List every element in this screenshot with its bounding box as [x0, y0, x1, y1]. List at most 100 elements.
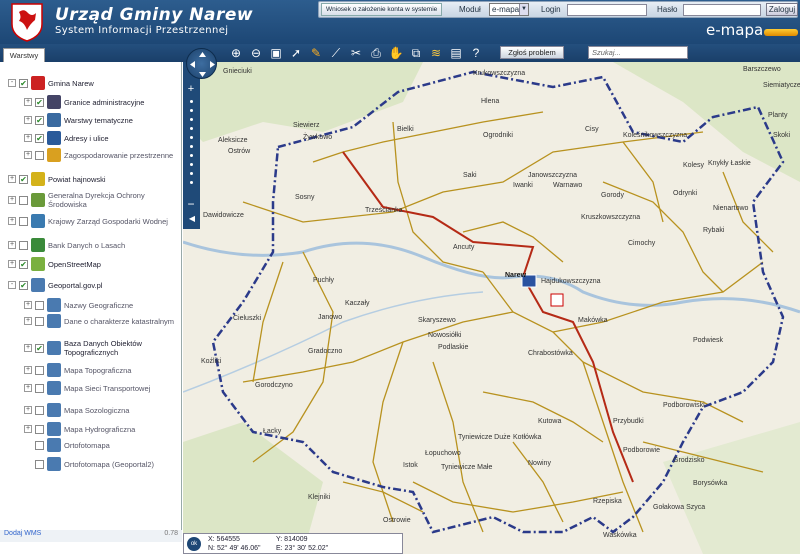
layer-checkbox[interactable] [35, 459, 44, 469]
layer-checkbox[interactable] [35, 365, 44, 375]
layer-item[interactable]: + Bank Danych o Lasach [8, 238, 125, 252]
zoom-level-tick[interactable] [189, 127, 193, 130]
layer-checkbox[interactable] [35, 440, 44, 450]
request-account-button[interactable]: Wniosek o założenie konta w systemie [321, 3, 443, 16]
report-problem-button[interactable]: Zgłoś problem [500, 46, 564, 59]
layer-checkbox[interactable]: ✔ [19, 78, 28, 88]
add-wms-link[interactable]: Dodaj WMS [4, 530, 41, 537]
zoom-out-icon[interactable]: ⊖ [248, 45, 264, 61]
export-icon[interactable]: ⧉ [408, 45, 424, 61]
zoom-level-tick[interactable] [189, 181, 193, 184]
expand-icon[interactable]: + [8, 241, 16, 249]
layers-icon[interactable]: ≋ [428, 45, 444, 61]
pointer-icon[interactable]: ➚ [288, 45, 304, 61]
tab-layers[interactable]: Warstwy [3, 48, 45, 62]
zoom-slider[interactable]: + − [186, 84, 196, 214]
zoom-level-tick[interactable] [189, 154, 193, 157]
measure-line-icon[interactable]: ⟋ [328, 45, 344, 61]
search-input[interactable]: Szukaj... [588, 46, 688, 59]
layer-checkbox[interactable] [19, 240, 28, 250]
zoom-level-tick[interactable] [189, 136, 193, 139]
collapse-icon[interactable]: - [8, 281, 16, 289]
collapse-panel-icon[interactable]: ◀ [185, 212, 199, 226]
layer-item[interactable]: + ✔ Baza Danych Obiektów Topograficznych [24, 339, 178, 357]
module-select[interactable]: e-mapa ▼ [489, 3, 529, 16]
expand-icon[interactable]: + [24, 116, 32, 124]
layer-item[interactable]: + ✔ Powiat hajnowski [8, 172, 106, 186]
pan-control-icon[interactable] [186, 48, 217, 79]
layer-item[interactable]: + Mapa Hydrograficzna [24, 422, 135, 436]
expand-icon[interactable]: + [24, 301, 32, 309]
legend-icon[interactable]: ▤ [448, 45, 464, 61]
layer-checkbox[interactable]: ✔ [35, 115, 44, 125]
expand-icon[interactable]: + [24, 384, 32, 392]
expand-icon[interactable]: + [24, 425, 32, 433]
layer-checkbox[interactable] [35, 316, 44, 326]
expand-icon[interactable]: + [24, 134, 32, 142]
pencil-icon[interactable]: ✎ [308, 45, 324, 61]
hand-icon[interactable]: ✋ [388, 45, 404, 61]
layer-checkbox[interactable]: ✔ [19, 174, 28, 184]
help-icon[interactable]: ? [468, 45, 484, 61]
zoom-plus-icon[interactable]: + [186, 84, 196, 95]
expand-icon[interactable]: + [24, 317, 32, 325]
layer-item[interactable]: + Krajowy Zarząd Gospodarki Wodnej [8, 214, 168, 228]
expand-icon[interactable]: + [24, 406, 32, 414]
coord-y: Y: 814009 [276, 536, 308, 543]
zoom-in-icon[interactable]: ⊕ [228, 45, 244, 61]
layer-item[interactable]: + Dane o charakterze katastralnym [24, 314, 174, 328]
layer-item[interactable]: + ✔ Adresy i ulice [24, 131, 109, 145]
layer-checkbox[interactable]: ✔ [19, 280, 28, 290]
ok-button[interactable]: ok [187, 537, 201, 551]
collapse-icon[interactable]: - [8, 79, 16, 87]
layer-checkbox[interactable]: ✔ [35, 97, 44, 107]
layer-checkbox[interactable]: ✔ [19, 259, 28, 269]
zoom-level-tick[interactable] [189, 172, 193, 175]
pan-arrows-icon [190, 52, 215, 77]
layer-checkbox[interactable] [35, 150, 44, 160]
expand-icon[interactable]: + [8, 217, 16, 225]
password-input[interactable] [683, 4, 761, 16]
layer-checkbox[interactable] [19, 195, 28, 205]
expand-icon[interactable]: + [8, 196, 16, 204]
zoom-level-tick[interactable] [189, 118, 193, 121]
zoom-level-tick[interactable] [189, 145, 193, 148]
expand-icon[interactable]: + [8, 260, 16, 268]
layer-item[interactable]: + Mapa Sozologiczna [24, 403, 129, 417]
layer-item[interactable]: - ✔ Geoportal.gov.pl [8, 278, 102, 292]
print-icon[interactable]: ⎙ [368, 45, 384, 61]
layer-checkbox[interactable]: ✔ [35, 343, 44, 353]
login-input[interactable] [567, 4, 647, 16]
layer-item[interactable]: Ortofotomapa (Geoportal2) [24, 457, 154, 471]
layer-checkbox[interactable] [35, 424, 44, 434]
layer-item[interactable]: + ✔ OpenStreetMap [8, 257, 101, 271]
zoom-extent-icon[interactable]: ▣ [268, 45, 284, 61]
measure-area-icon[interactable]: ✂ [348, 45, 364, 61]
layer-checkbox[interactable]: ✔ [35, 133, 44, 143]
layer-item[interactable]: + Mapa Topograficzna [24, 363, 131, 377]
layer-item[interactable]: + ✔ Warstwy tematyczne [24, 113, 133, 127]
expand-icon[interactable]: + [24, 366, 32, 374]
layer-item[interactable]: + Zagospodarowanie przestrzenne [24, 148, 173, 162]
layer-checkbox[interactable] [35, 300, 44, 310]
expand-icon[interactable]: + [24, 344, 32, 352]
zoom-level-tick[interactable] [189, 109, 193, 112]
map-view[interactable]: Gnieciuki Krukowszczyzna Barszczewo Siemiat… [183, 62, 800, 554]
expand-icon[interactable]: + [24, 151, 32, 159]
zoom-level-tick[interactable] [189, 163, 193, 166]
layer-item[interactable]: + Nazwy Geograficzne [24, 298, 133, 312]
expand-icon[interactable]: + [8, 175, 16, 183]
landmark-marker-icon[interactable] [550, 293, 564, 307]
zoom-level-tick[interactable] [189, 100, 193, 103]
expand-icon[interactable]: + [24, 98, 32, 106]
layer-checkbox[interactable] [35, 405, 44, 415]
layer-checkbox[interactable] [19, 216, 28, 226]
layer-checkbox[interactable] [35, 383, 44, 393]
layer-item[interactable]: + Mapa Sieci Transportowej [24, 381, 150, 395]
login-button[interactable]: Zaloguj [766, 3, 798, 16]
zoom-minus-icon[interactable]: − [186, 198, 196, 210]
layer-item[interactable]: + Generalna Dyrekcja Ochrony Środowiska [8, 191, 178, 209]
layer-item[interactable]: + ✔ Granice administracyjne [24, 95, 144, 109]
layer-item[interactable]: Ortofotomapa [24, 438, 110, 452]
layer-item[interactable]: - ✔ Gmina Narew [8, 76, 94, 90]
